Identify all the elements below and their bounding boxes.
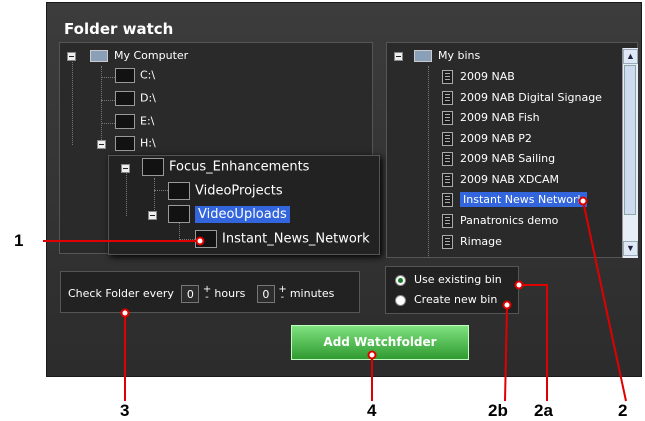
callout-dot-2 [578,196,588,206]
callout-3: 3 [120,401,130,420]
callout-line-2b [504,304,508,402]
callout-dot-1 [195,236,205,246]
callout-lines [43,196,627,402]
callout-2b: 2b [488,401,508,420]
callout-line-2a [519,284,548,401]
callout-dot-2b [502,300,512,310]
callout-dot-4 [367,350,377,360]
callout-dot-2a [514,280,524,290]
callout-2: 2 [618,401,628,420]
callout-1: 1 [14,231,24,250]
callout-dot-3 [120,308,130,318]
callout-4: 4 [367,401,377,420]
callout-line-2 [582,200,627,402]
callout-2a: 2a [534,401,553,420]
